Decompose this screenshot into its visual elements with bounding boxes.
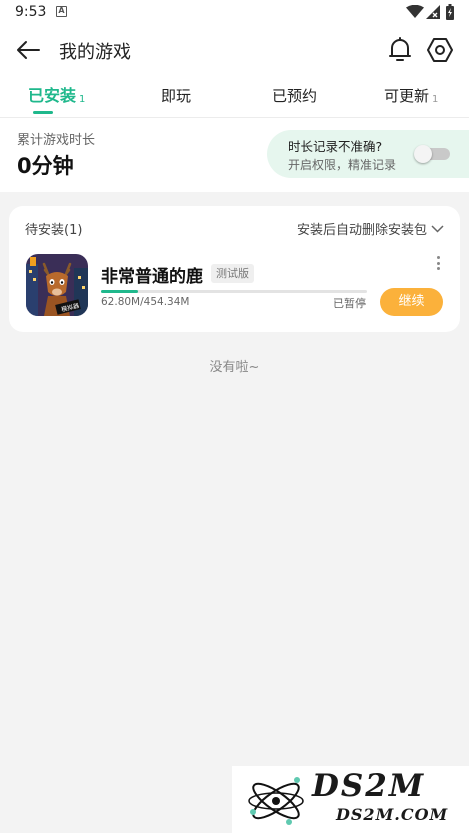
- record-banner-subtitle: 开启权限，精准记录: [288, 158, 397, 172]
- record-permission-banner[interactable]: 时长记录不准确? 开启权限，精准记录: [267, 130, 469, 178]
- active-tab-indicator: [33, 111, 53, 114]
- toggle-thumb: [414, 145, 432, 163]
- tab-count: 1: [79, 94, 86, 105]
- watermark: DS2M DS2M.COM: [232, 766, 469, 833]
- tab-instant-play[interactable]: 即玩: [161, 80, 194, 116]
- dot: [436, 256, 440, 259]
- watermark-text: DS2M: [312, 768, 426, 804]
- gear-icon: [427, 38, 453, 62]
- download-progress-bar: [101, 290, 367, 293]
- app-bar: 我的游戏: [0, 26, 469, 74]
- settings-button[interactable]: [426, 36, 454, 64]
- tab-label: 可更新: [384, 87, 430, 105]
- tab-label: 即玩: [161, 87, 192, 105]
- game-icon[interactable]: 模拟器: [26, 254, 88, 316]
- arrow-left-icon: [17, 41, 40, 59]
- bell-icon: [389, 37, 411, 61]
- game-name: 非常普通的鹿: [101, 267, 203, 287]
- beta-badge: 测试版: [211, 264, 254, 283]
- tab-bar: 已安装 1 即玩 已预约 可更新 1: [0, 80, 469, 116]
- record-banner-title: 时长记录不准确?: [288, 139, 383, 154]
- back-button[interactable]: [14, 36, 42, 64]
- auto-delete-label: 安装后自动删除安装包: [296, 223, 427, 238]
- record-permission-toggle[interactable]: [414, 145, 450, 163]
- watermark-url: DS2M.COM: [336, 805, 449, 824]
- auto-delete-dropdown[interactable]: 安装后自动删除安装包: [297, 219, 444, 238]
- pending-install-card: 待安装(1) 安装后自动删除安装包 模拟器 非常普通的鹿 测试版 62.80M/…: [9, 206, 460, 332]
- atom-logo-icon: [248, 777, 304, 825]
- battery-icon: [446, 4, 454, 20]
- chevron-down-icon: [431, 224, 444, 233]
- continue-button[interactable]: 继续: [380, 288, 443, 316]
- end-of-list-text: 没有啦~: [209, 360, 260, 375]
- playtime-label: 累计游戏时长: [17, 133, 96, 148]
- download-progress-fill: [101, 290, 138, 293]
- pending-install-title: 待安装(1): [25, 223, 83, 238]
- tab-label: 已预约: [272, 87, 318, 105]
- notifications-button[interactable]: [386, 36, 414, 64]
- dot: [436, 267, 440, 270]
- signal-icon: [426, 5, 440, 19]
- download-size: 62.80M/454.34M: [101, 296, 190, 308]
- download-status: 已暂停: [333, 297, 366, 310]
- wifi-icon: [406, 5, 424, 18]
- dot: [436, 261, 440, 265]
- playtime-value: 0分钟: [17, 154, 74, 178]
- tab-updatable[interactable]: 可更新 1: [384, 80, 438, 116]
- divider: [0, 117, 469, 118]
- tab-label: 已安装: [28, 86, 77, 105]
- tab-reserved[interactable]: 已预约: [272, 80, 320, 116]
- status-bar: 9:53 A: [0, 0, 469, 26]
- status-time: 9:53: [15, 4, 47, 20]
- tab-count: 1: [432, 94, 439, 105]
- notification-icon: A: [56, 6, 67, 17]
- page-title: 我的游戏: [59, 42, 131, 63]
- more-options-button[interactable]: [431, 254, 445, 272]
